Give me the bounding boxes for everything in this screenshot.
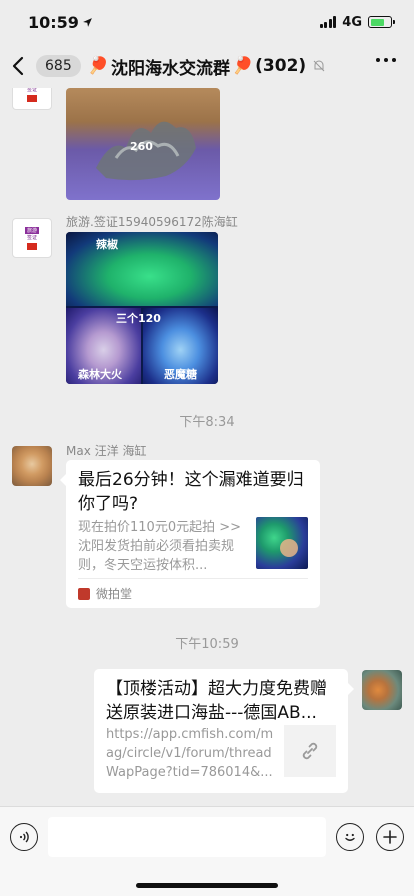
network-type: 4G [342,14,362,30]
status-time-text: 10:59 [28,12,79,32]
location-arrow-icon [83,17,92,27]
avatar[interactable] [362,670,402,710]
photo-label-left: 森林大火 [78,368,122,381]
card-title: 【顶楼活动】超大力度免费赠送原装进口海盐---德国AB... [106,679,327,723]
sender-name: 旅游.签证15940596172陈海缸 [66,215,238,229]
avatar[interactable]: 旅游签证 [12,88,52,110]
more-icon[interactable] [376,58,396,62]
status-bar: 10:59 4G [0,0,414,44]
avatar[interactable] [12,446,52,486]
auction-card[interactable]: 最后26分钟！这个漏难道要归你了吗? 现在拍价110元0元起拍 >> 沈阳发货拍… [60,460,320,608]
back-chevron-icon[interactable] [12,51,34,81]
card-url: https://app.cmfish.com/mag/circle/v1/for… [106,727,274,780]
message-input[interactable] [48,817,326,857]
sender-name: Max 汪洋 海缸 [66,444,147,458]
weipaitang-icon [78,587,90,600]
paddle-emoji-right: 🏓 [231,56,254,76]
home-indicator [136,883,278,888]
battery-icon [368,16,395,28]
photo-panel-top [66,232,218,306]
time-divider: 下午8:34 [179,415,235,430]
chat-title-text: 沈阳海水交流群 [110,58,230,79]
link-icon [302,742,318,760]
card-title: 最后26分钟！这个漏难道要归你了吗? [78,470,304,514]
nav-bar: 685 🏓 沈阳海水交流群 🏓 (302) [0,44,414,88]
photo-label-mid: 三个120 [116,312,161,325]
emoji-icon[interactable] [336,823,364,851]
link-card[interactable]: 【顶楼活动】超大力度免费赠送原装进口海盐---德国AB... https://a… [94,669,354,793]
back-unread-count[interactable]: 685 [36,55,81,77]
link-thumbnail [284,725,336,777]
voice-icon[interactable] [10,823,38,851]
photo-label-right: 恶魔糖 [164,368,197,381]
add-icon[interactable] [376,823,404,851]
mute-bell-icon [313,60,325,72]
card-description: 现在拍价110元0元起拍 >> 沈阳发货拍前必须看拍卖规则，冬天空运按体积... [78,520,242,573]
status-right: 4G [319,14,395,30]
photo-caption: 260 [130,140,153,153]
card-thumbnail [256,517,308,569]
coral-photo-1[interactable]: 260 [66,88,220,200]
photo-label-top: 辣椒 [96,238,118,251]
card-source: 微拍堂 [96,587,133,601]
status-time: 10:59 [28,13,93,32]
paddle-emoji-left: 🏓 [87,56,109,76]
coral-photo-2[interactable]: 辣椒 三个120 森林大火 恶魔糖 [66,232,218,384]
signal-icon [319,16,337,28]
time-divider: 下午10:59 [175,637,239,652]
avatar[interactable]: 旅游签证 [12,218,52,258]
card-footer: 微拍堂 [78,578,308,608]
member-count: (302) [255,56,307,76]
chat-area[interactable]: 旅游签证 260 旅游签证 旅游.签证15940596172陈海缸 辣椒 三个1… [0,88,414,806]
